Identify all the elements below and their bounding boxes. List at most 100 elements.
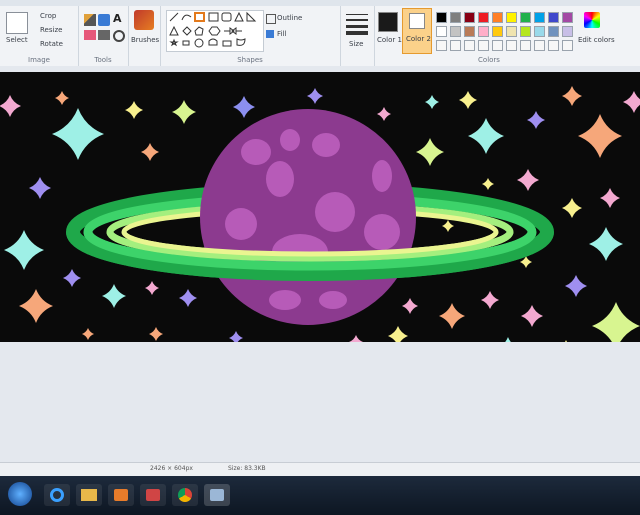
select-button[interactable] <box>6 12 28 34</box>
outline-icon[interactable] <box>266 14 276 24</box>
palette-swatch-empty[interactable] <box>506 40 517 51</box>
brush-icon[interactable] <box>134 10 154 30</box>
star-sparkle <box>29 177 51 199</box>
app-icon[interactable] <box>204 484 230 506</box>
size-button[interactable]: Size <box>349 40 363 48</box>
palette-swatch[interactable] <box>548 12 559 23</box>
palette-swatch[interactable] <box>450 12 461 23</box>
pencil-icon[interactable] <box>84 14 96 26</box>
size-lines-icon[interactable] <box>346 12 368 35</box>
palette-swatch-empty[interactable] <box>450 40 461 51</box>
palette-swatch[interactable] <box>506 26 517 37</box>
palette-swatch-empty[interactable] <box>534 40 545 51</box>
resize-button[interactable]: Resize <box>40 26 62 34</box>
shapes-group: Outline Fill Shapes <box>160 6 341 66</box>
magnifier-icon[interactable] <box>113 30 125 42</box>
star-sparkle <box>482 178 494 190</box>
chrome-icon[interactable] <box>172 484 198 506</box>
color2-swatch[interactable] <box>409 13 425 29</box>
color2-label[interactable]: Color 2 <box>406 35 431 43</box>
colors-group-label: Colors <box>478 56 500 64</box>
star-sparkle <box>102 284 126 308</box>
shapes-group-label: Shapes <box>237 56 263 64</box>
palette-swatch-empty[interactable] <box>548 40 559 51</box>
outline-button[interactable]: Outline <box>277 14 302 22</box>
folder-icon[interactable] <box>76 484 102 506</box>
palette-swatch-empty[interactable] <box>492 40 503 51</box>
star-sparkle <box>82 328 94 340</box>
star-sparkle <box>623 91 640 113</box>
palette-swatch[interactable] <box>464 12 475 23</box>
palette-swatch[interactable] <box>464 26 475 37</box>
space-painting <box>0 86 640 359</box>
fill-bucket-icon[interactable] <box>98 14 110 26</box>
fill-button[interactable]: Fill <box>277 30 286 38</box>
color1-swatch[interactable] <box>378 12 398 32</box>
star-sparkle <box>63 269 81 287</box>
star-sparkle <box>562 86 582 106</box>
star-sparkle <box>349 335 363 349</box>
star-sparkle <box>560 340 572 352</box>
palette-swatch[interactable] <box>520 12 531 23</box>
star-sparkle <box>0 95 21 117</box>
star-sparkle <box>439 303 465 329</box>
palette-swatch[interactable] <box>534 26 545 37</box>
select-label[interactable]: Select <box>6 36 28 44</box>
palette-swatch[interactable] <box>562 12 573 23</box>
palette-swatch-empty[interactable] <box>436 40 447 51</box>
fill-icon[interactable] <box>266 30 274 38</box>
palette-swatch[interactable] <box>478 12 489 23</box>
palette-swatch-empty[interactable] <box>464 40 475 51</box>
star-sparkle <box>497 337 519 359</box>
palette-swatch[interactable] <box>492 12 503 23</box>
color1-label[interactable]: Color 1 <box>377 36 402 44</box>
crop-button[interactable]: Crop <box>40 12 56 20</box>
palette-swatch[interactable] <box>520 26 531 37</box>
edit-colors-button[interactable]: Edit colors <box>578 36 615 44</box>
palette-swatch[interactable] <box>450 26 461 37</box>
star-sparkle <box>388 326 408 346</box>
start-orb-icon[interactable] <box>8 482 32 506</box>
tools-group: A Tools <box>78 6 129 66</box>
planet <box>200 109 416 325</box>
brushes-button[interactable]: Brushes <box>131 36 159 44</box>
palette-swatch-empty[interactable] <box>520 40 531 51</box>
palette-swatch[interactable] <box>492 26 503 37</box>
star-sparkle <box>377 107 391 121</box>
palette-swatch[interactable] <box>478 26 489 37</box>
text-icon[interactable]: A <box>113 12 122 25</box>
paint-icon[interactable] <box>140 484 166 506</box>
star-sparkle <box>527 111 545 129</box>
drawing-canvas[interactable] <box>0 72 640 359</box>
media-icon[interactable] <box>108 484 134 506</box>
ie-icon[interactable] <box>44 484 70 506</box>
star-sparkle <box>589 227 623 261</box>
star-sparkle <box>592 302 640 350</box>
palette-swatch[interactable] <box>506 12 517 23</box>
ribbon: Select Crop Resize Rotate Image A Tools … <box>0 0 640 67</box>
rotate-button[interactable]: Rotate <box>40 40 63 48</box>
palette-swatch[interactable] <box>562 26 573 37</box>
palette-swatch-empty[interactable] <box>478 40 489 51</box>
color2-button[interactable]: Color 2 <box>402 8 432 54</box>
edit-colors-icon[interactable] <box>584 12 600 28</box>
palette-swatch[interactable] <box>436 12 447 23</box>
tools-group-label: Tools <box>94 56 112 64</box>
star-sparkle <box>229 331 243 345</box>
eraser-icon[interactable] <box>84 30 96 40</box>
image-group: Select Crop Resize Rotate Image <box>0 6 79 66</box>
size-group: Size <box>340 6 375 66</box>
palette-swatch[interactable] <box>548 26 559 37</box>
palette-swatch[interactable] <box>436 26 447 37</box>
star-sparkle <box>521 305 543 327</box>
shapes-gallery[interactable] <box>166 10 264 52</box>
star-sparkle <box>562 198 582 218</box>
star-sparkle <box>19 289 53 323</box>
palette-swatch-empty[interactable] <box>562 40 573 51</box>
star-sparkle <box>141 143 159 161</box>
brushes-group: Brushes <box>128 6 161 66</box>
canvas-dimensions: 2426 × 604px <box>150 465 193 472</box>
star-sparkle <box>179 289 197 307</box>
color-picker-icon[interactable] <box>98 30 110 40</box>
palette-swatch[interactable] <box>534 12 545 23</box>
